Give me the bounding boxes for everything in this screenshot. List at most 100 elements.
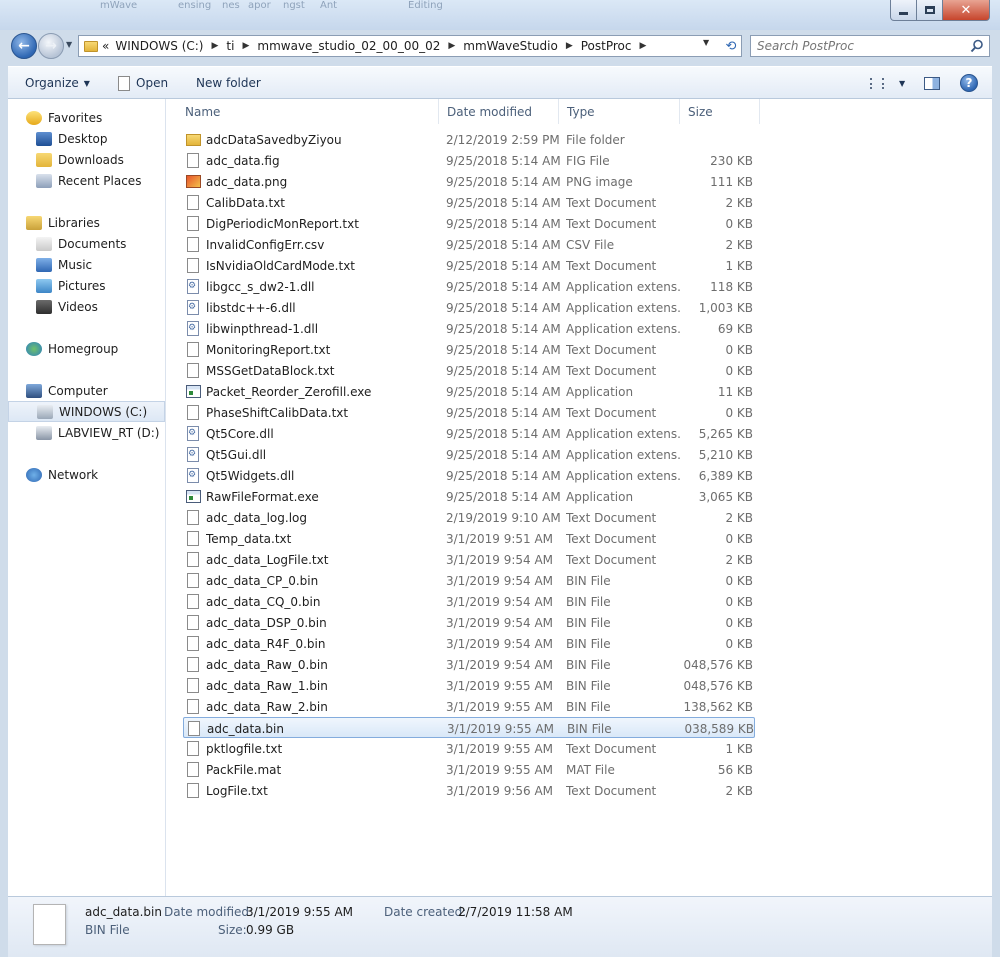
document-icon — [187, 636, 199, 651]
table-row[interactable]: adc_data.png 9/25/2018 5:14 AM PNG image 11… — [183, 171, 755, 192]
table-row[interactable]: RawFileFormat.exe 9/25/2018 5:14 AM Applic… — [183, 486, 755, 507]
close-button[interactable]: ✕ — [943, 0, 990, 21]
table-row[interactable]: adc_data_DSP_0.bin 3/1/2019 9:54 AM BIN Fi… — [183, 612, 755, 633]
search-icon[interactable] — [970, 39, 984, 53]
table-row[interactable]: DigPeriodicMonReport.txt 9/25/2018 5:14 A… — [183, 213, 755, 234]
sidebar-item-recent-places[interactable]: Recent Places — [8, 170, 165, 191]
chevron-right-icon[interactable]: ▶ — [242, 41, 249, 51]
sidebar-item-windows-c[interactable]: WINDOWS (C:) — [8, 401, 165, 422]
table-row[interactable]: PhaseShiftCalibData.txt 9/25/2018 5:14 AM… — [183, 402, 755, 423]
file-type: Application extens... — [566, 300, 682, 315]
dll-file-icon — [187, 447, 199, 462]
back-button[interactable]: ← — [11, 33, 37, 59]
table-row[interactable]: Temp_data.txt 3/1/2019 9:51 AM Text Docume… — [183, 528, 755, 549]
table-row[interactable]: InvalidConfigErr.csv 9/25/2018 5:14 AM CSV… — [183, 234, 755, 255]
pictures-icon — [36, 278, 52, 293]
organize-button[interactable]: Organize ▼ — [25, 67, 90, 99]
table-row[interactable]: LogFile.txt 3/1/2019 9:56 AM Text Document… — [183, 780, 755, 801]
help-button[interactable]: ? — [960, 67, 978, 99]
file-type: Text Document — [566, 195, 657, 210]
change-view-button[interactable]: ▼ — [870, 67, 905, 99]
breadcrumb-segment[interactable]: WINDOWS (C:) — [115, 39, 203, 53]
table-row[interactable]: adc_data_CQ_0.bin 3/1/2019 9:54 AM BIN Fil… — [183, 591, 755, 612]
table-row[interactable]: CalibData.txt 9/25/2018 5:14 AM Text Docum… — [183, 192, 755, 213]
table-row[interactable]: adcDataSavedbyZiyou 2/12/2019 2:59 PM File… — [183, 129, 755, 150]
table-row[interactable]: adc_data_Raw_2.bin 3/1/2019 9:55 AM BIN Fi… — [183, 696, 755, 717]
chevron-right-icon[interactable]: ▶ — [212, 41, 219, 51]
sidebar-item-network[interactable]: Network — [8, 464, 165, 485]
table-row[interactable]: Qt5Core.dll 9/25/2018 5:14 AM Application … — [183, 423, 755, 444]
table-row[interactable]: IsNvidiaOldCardMode.txt 9/25/2018 5:14 AM… — [183, 255, 755, 276]
table-row[interactable]: adc_data_log.log 2/19/2019 9:10 AM Text Do… — [183, 507, 755, 528]
table-row[interactable]: libgcc_s_dw2-1.dll 9/25/2018 5:14 AM Appli… — [183, 276, 755, 297]
column-header-name[interactable]: Name — [177, 99, 439, 124]
forward-button[interactable]: → — [38, 33, 64, 59]
file-date-modified: 9/25/2018 5:14 AM — [446, 426, 561, 441]
sidebar-item-homegroup[interactable]: Homegroup — [8, 338, 165, 359]
recent-pages-dropdown[interactable]: ▼ — [66, 40, 72, 49]
open-button[interactable]: Open — [118, 67, 168, 99]
column-header-type[interactable]: Type — [559, 99, 680, 124]
back-arrow-icon: ← — [18, 38, 30, 54]
file-date-modified: 9/25/2018 5:14 AM — [446, 216, 561, 231]
chevron-right-icon[interactable]: ▶ — [566, 41, 573, 51]
sidebar-item-downloads[interactable]: Downloads — [8, 149, 165, 170]
search-input[interactable] — [757, 39, 967, 53]
table-row[interactable]: adc_data_Raw_0.bin 3/1/2019 9:54 AM BIN Fi… — [183, 654, 755, 675]
preview-pane-button[interactable] — [924, 67, 940, 99]
sidebar-item-documents[interactable]: Documents — [8, 233, 165, 254]
file-name: libgcc_s_dw2-1.dll — [206, 279, 315, 294]
search-box[interactable] — [750, 35, 990, 57]
address-bar[interactable]: « WINDOWS (C:) ▶ ti ▶ mmwave_studio_02_0… — [78, 35, 742, 57]
sidebar-item-labview-rt-d[interactable]: LABVIEW_RT (D:) — [8, 422, 165, 443]
file-list[interactable]: Name Date modified Type Size adcDataSave… — [167, 99, 992, 896]
file-date-modified: 3/1/2019 9:55 AM — [446, 741, 554, 756]
table-row[interactable]: Packet_Reorder_Zerofill.exe 9/25/2018 5:1… — [183, 381, 755, 402]
breadcrumb-segment[interactable]: PostProc — [581, 39, 632, 53]
sidebar-item-pictures[interactable]: Pictures — [8, 275, 165, 296]
sidebar-item-desktop[interactable]: Desktop — [8, 128, 165, 149]
maximize-button[interactable] — [917, 0, 943, 21]
application-icon — [186, 385, 201, 398]
image-file-icon — [186, 175, 201, 188]
table-row[interactable]: libwinpthread-1.dll 9/25/2018 5:14 AM Appl… — [183, 318, 755, 339]
table-row[interactable]: libstdc++-6.dll 9/25/2018 5:14 AM Applicat… — [183, 297, 755, 318]
table-row[interactable]: MSSGetDataBlock.txt 9/25/2018 5:14 AM Text… — [183, 360, 755, 381]
table-row[interactable]: MonitoringReport.txt 9/25/2018 5:14 AM Tex… — [183, 339, 755, 360]
table-row[interactable]: Qt5Widgets.dll 9/25/2018 5:14 AM Applicati… — [183, 465, 755, 486]
column-header-size[interactable]: Size — [680, 99, 760, 124]
table-row[interactable]: adc_data_R4F_0.bin 3/1/2019 9:54 AM BIN Fi… — [183, 633, 755, 654]
table-row[interactable]: adc_data_Raw_1.bin 3/1/2019 9:55 AM BIN Fi… — [183, 675, 755, 696]
sidebar-item-libraries[interactable]: Libraries — [8, 212, 165, 233]
sidebar-item-favorites[interactable]: Favorites — [8, 107, 165, 128]
chevron-right-icon[interactable]: ▶ — [448, 41, 455, 51]
minimize-button[interactable] — [890, 0, 917, 21]
table-row[interactable]: adc_data.fig 9/25/2018 5:14 AM FIG File 230… — [183, 150, 755, 171]
table-row[interactable]: Qt5Gui.dll 9/25/2018 5:14 AM Application e… — [183, 444, 755, 465]
chevron-right-icon[interactable]: ▶ — [640, 41, 647, 51]
address-dropdown-icon[interactable]: ▼ — [703, 38, 709, 47]
breadcrumb-overflow[interactable]: « — [102, 39, 109, 53]
file-type: Application extens... — [566, 279, 682, 294]
file-size: 0 KB — [725, 363, 753, 378]
table-row[interactable]: adc_data_LogFile.txt 3/1/2019 9:54 AM Text… — [183, 549, 755, 570]
sidebar-item-computer[interactable]: Computer — [8, 380, 165, 401]
breadcrumb-segment[interactable]: mmWaveStudio — [463, 39, 558, 53]
breadcrumb-segment[interactable]: mmwave_studio_02_00_00_02 — [257, 39, 440, 53]
sidebar-item-videos[interactable]: Videos — [8, 296, 165, 317]
column-header-date[interactable]: Date modified — [439, 99, 559, 124]
file-size: 118 KB — [710, 279, 753, 294]
file-type: Application — [566, 489, 634, 504]
file-size: 0 KB — [725, 594, 753, 609]
sidebar-item-music[interactable]: Music — [8, 254, 165, 275]
table-row[interactable]: pktlogfile.txt 3/1/2019 9:55 AM Text Docum… — [183, 738, 755, 759]
table-row[interactable]: adc_data.bin 3/1/2019 9:55 AM BIN File 1,03… — [183, 717, 755, 738]
file-type: Text Document — [566, 405, 657, 420]
refresh-button[interactable]: ⟲ — [720, 35, 742, 57]
new-folder-button[interactable]: New folder — [196, 67, 261, 99]
breadcrumb-segment[interactable]: ti — [226, 39, 234, 53]
table-row[interactable]: PackFile.mat 3/1/2019 9:55 AM MAT File 56 K… — [183, 759, 755, 780]
file-date-modified: 3/1/2019 9:55 AM — [446, 678, 554, 693]
navigation-pane[interactable]: Favorites Desktop Downloads Recent Places Li… — [8, 99, 166, 896]
table-row[interactable]: adc_data_CP_0.bin 3/1/2019 9:54 AM BIN Fil… — [183, 570, 755, 591]
